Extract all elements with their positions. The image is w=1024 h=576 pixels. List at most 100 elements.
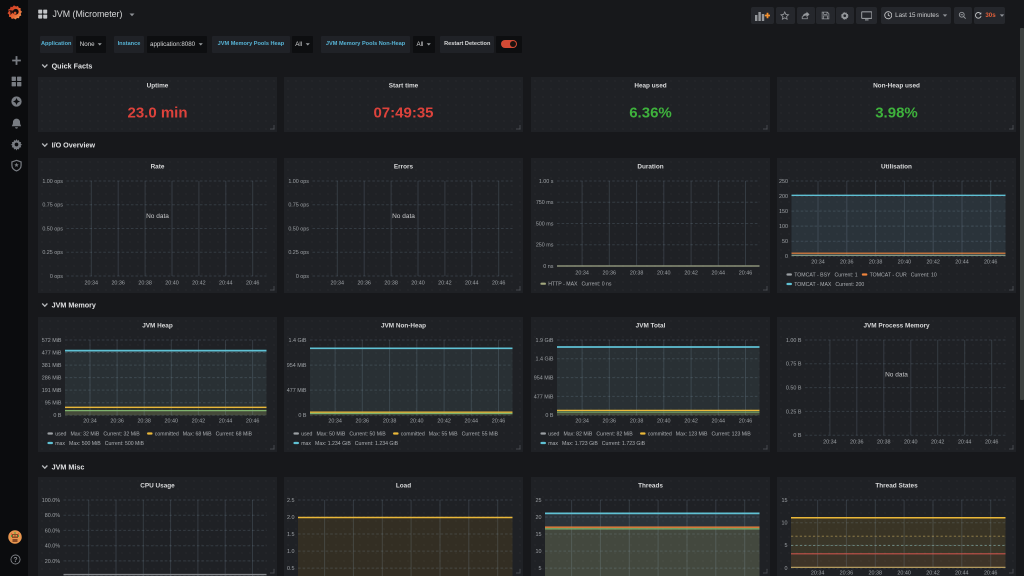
svg-text:20:46: 20:46 bbox=[984, 260, 998, 266]
svg-text:HTTP - MAX Current: 0 ns: HTTP - MAX Current: 0 ns bbox=[548, 282, 612, 288]
svg-text:No data: No data bbox=[146, 213, 169, 220]
svg-text:20:34: 20:34 bbox=[329, 419, 343, 425]
svg-text:1.00 ops: 1.00 ops bbox=[289, 179, 310, 185]
svg-text:0 B: 0 B bbox=[793, 433, 801, 439]
svg-text:used Max: 50 MiB Current: 50: used Max: 50 MiB Current: 50 MiB bbox=[301, 431, 386, 437]
svg-text:100.0%: 100.0% bbox=[42, 498, 60, 504]
svg-text:20:46: 20:46 bbox=[984, 571, 998, 576]
svg-text:20:44: 20:44 bbox=[219, 419, 233, 425]
svg-text:20.0%: 20.0% bbox=[45, 559, 60, 565]
svg-text:Load: Load bbox=[396, 483, 411, 490]
svg-text:20:34: 20:34 bbox=[83, 419, 97, 425]
svg-text:20: 20 bbox=[535, 515, 541, 521]
svg-text:JVM (Micrometer): JVM (Micrometer) bbox=[53, 9, 123, 19]
svg-text:20:36: 20:36 bbox=[356, 419, 370, 425]
svg-text:954 MiB: 954 MiB bbox=[533, 376, 553, 382]
svg-text:20:44: 20:44 bbox=[711, 419, 725, 425]
svg-text:477 MiB: 477 MiB bbox=[287, 388, 307, 394]
svg-text:1.5: 1.5 bbox=[287, 532, 295, 538]
svg-text:20:46: 20:46 bbox=[738, 271, 752, 277]
svg-text:286 MiB: 286 MiB bbox=[42, 376, 62, 382]
svg-text:20:36: 20:36 bbox=[850, 440, 864, 446]
svg-text:?: ? bbox=[14, 556, 18, 563]
svg-text:20:44: 20:44 bbox=[465, 419, 479, 425]
svg-text:committed Max: 55 MiB Curren: committed Max: 55 MiB Current: 55 MiB bbox=[401, 431, 499, 437]
svg-text:20:36: 20:36 bbox=[110, 419, 124, 425]
svg-text:0.50 B: 0.50 B bbox=[786, 386, 802, 392]
svg-text:1.4 GiB: 1.4 GiB bbox=[289, 338, 307, 344]
svg-text:477 MiB: 477 MiB bbox=[533, 394, 553, 400]
svg-text:Thread States: Thread States bbox=[875, 483, 918, 490]
svg-text:20:44: 20:44 bbox=[465, 280, 479, 286]
svg-text:40.0%: 40.0% bbox=[45, 544, 60, 550]
svg-text:Threads: Threads bbox=[638, 483, 663, 490]
svg-text:1.9 GiB: 1.9 GiB bbox=[535, 338, 553, 344]
svg-text:used Max: 32 MiB Current: 32: used Max: 32 MiB Current: 32 MiB bbox=[55, 431, 140, 437]
svg-text:572 MiB: 572 MiB bbox=[42, 338, 62, 344]
svg-text:JVM Memory: JVM Memory bbox=[52, 300, 96, 309]
svg-text:250 ms: 250 ms bbox=[536, 243, 554, 249]
svg-text:191 MiB: 191 MiB bbox=[42, 388, 62, 394]
svg-text:20:38: 20:38 bbox=[138, 280, 152, 286]
svg-text:20:40: 20:40 bbox=[412, 280, 426, 286]
svg-text:80.0%: 80.0% bbox=[45, 513, 60, 519]
svg-text:15: 15 bbox=[535, 532, 541, 538]
svg-text:20:46: 20:46 bbox=[246, 419, 260, 425]
svg-text:0.75 ops: 0.75 ops bbox=[289, 203, 310, 209]
svg-text:Quick Facts: Quick Facts bbox=[52, 61, 93, 70]
svg-text:Utilisation: Utilisation bbox=[881, 164, 912, 171]
svg-text:5: 5 bbox=[538, 566, 541, 572]
svg-text:20:36: 20:36 bbox=[602, 419, 616, 425]
svg-text:20:40: 20:40 bbox=[898, 260, 912, 266]
svg-text:20:38: 20:38 bbox=[383, 419, 397, 425]
svg-text:20:38: 20:38 bbox=[869, 260, 883, 266]
svg-text:No data: No data bbox=[392, 213, 415, 220]
svg-text:2.0: 2.0 bbox=[287, 515, 295, 521]
svg-text:JVM Total: JVM Total bbox=[635, 323, 665, 330]
svg-text:0.50 ops: 0.50 ops bbox=[289, 226, 310, 232]
svg-text:200: 200 bbox=[779, 194, 788, 200]
svg-text:max Max: 1.234 GiB Current:: max Max: 1.234 GiB Current: 1.234 GiB bbox=[301, 441, 398, 447]
svg-text:max Max: 500 MiB Current: 50: max Max: 500 MiB Current: 500 MiB bbox=[55, 441, 144, 447]
svg-text:20:38: 20:38 bbox=[869, 571, 883, 576]
svg-text:20:44: 20:44 bbox=[955, 260, 969, 266]
svg-text:20:42: 20:42 bbox=[192, 419, 206, 425]
svg-text:TOMCAT - BSY Current: 1: TOMCAT - BSY Current: 1 bbox=[794, 272, 858, 278]
svg-text:20:34: 20:34 bbox=[811, 260, 825, 266]
svg-text:6.36%: 6.36% bbox=[629, 104, 672, 121]
svg-text:477 MiB: 477 MiB bbox=[42, 350, 62, 356]
svg-text:20:34: 20:34 bbox=[85, 280, 99, 286]
svg-text:1.00 ops: 1.00 ops bbox=[42, 179, 63, 185]
svg-text:20:38: 20:38 bbox=[877, 440, 891, 446]
svg-text:1.0: 1.0 bbox=[287, 549, 295, 555]
svg-text:0 ops: 0 ops bbox=[50, 274, 63, 280]
svg-text:TOMCAT - MAX Current: 200: TOMCAT - MAX Current: 200 bbox=[794, 282, 864, 288]
svg-text:0: 0 bbox=[785, 566, 788, 572]
svg-text:committed Max: 123 MiB Curre: committed Max: 123 MiB Current: 123 MiB bbox=[647, 431, 750, 437]
svg-text:20:34: 20:34 bbox=[575, 271, 589, 277]
svg-text:20:36: 20:36 bbox=[840, 571, 854, 576]
svg-text:20:40: 20:40 bbox=[165, 419, 179, 425]
svg-text:20:36: 20:36 bbox=[840, 260, 854, 266]
svg-text:381 MiB: 381 MiB bbox=[42, 363, 62, 369]
svg-text:20:42: 20:42 bbox=[926, 260, 940, 266]
svg-text:20:34: 20:34 bbox=[823, 440, 837, 446]
svg-text:CPU Usage: CPU Usage bbox=[140, 483, 175, 490]
svg-text:20:40: 20:40 bbox=[165, 280, 179, 286]
svg-text:23.0 min: 23.0 min bbox=[127, 104, 187, 121]
svg-text:20:38: 20:38 bbox=[385, 280, 399, 286]
svg-text:0.75 ops: 0.75 ops bbox=[42, 203, 63, 209]
svg-text:20:34: 20:34 bbox=[575, 419, 589, 425]
svg-text:20:44: 20:44 bbox=[955, 571, 969, 576]
svg-text:250: 250 bbox=[779, 179, 788, 185]
svg-text:1.00 s: 1.00 s bbox=[539, 179, 554, 185]
svg-text:0 ops: 0 ops bbox=[296, 274, 309, 280]
svg-text:Rate: Rate bbox=[151, 164, 165, 171]
svg-text:15: 15 bbox=[782, 498, 788, 504]
svg-text:20:36: 20:36 bbox=[602, 271, 616, 277]
svg-text:3.98%: 3.98% bbox=[875, 104, 918, 121]
svg-text:0.50 ops: 0.50 ops bbox=[42, 226, 63, 232]
svg-text:Errors: Errors bbox=[394, 164, 414, 171]
svg-text:50: 50 bbox=[782, 239, 788, 245]
svg-text:JVM Non-Heap: JVM Non-Heap bbox=[381, 323, 426, 330]
